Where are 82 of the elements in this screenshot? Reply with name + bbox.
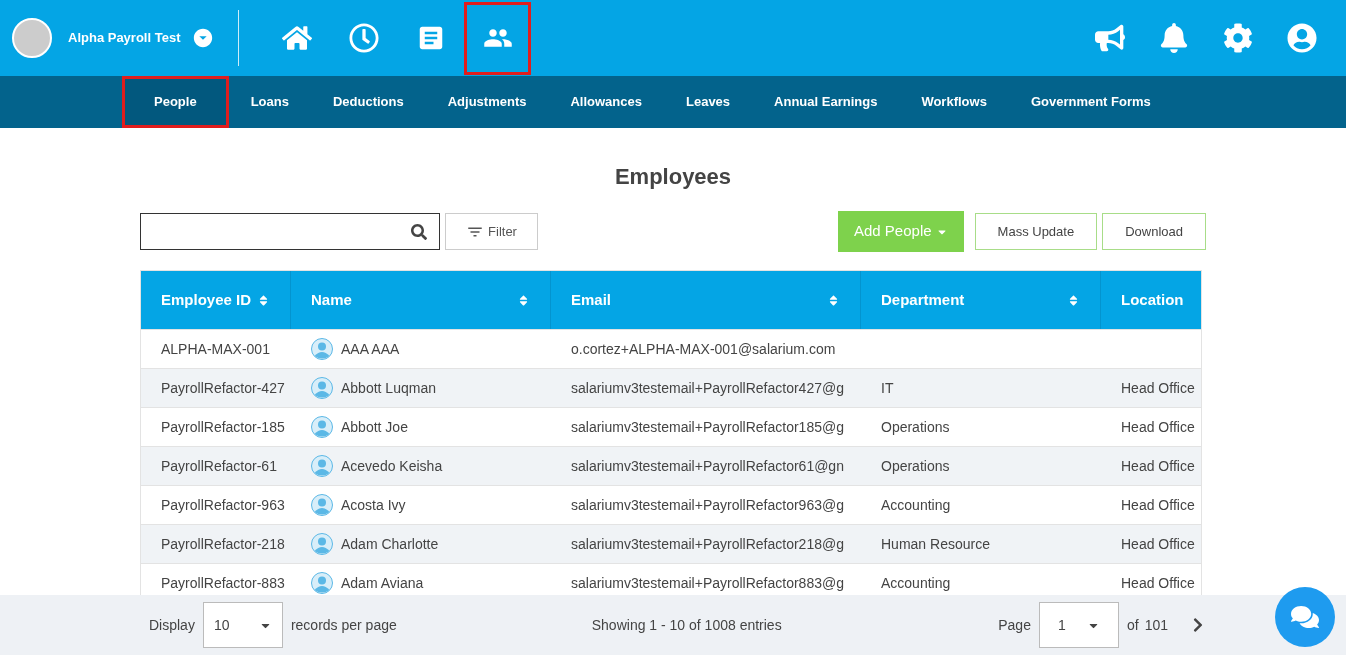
- table-cell-text: salariumv3testemail+PayrollRefactor185@g: [571, 417, 844, 437]
- profile-icon[interactable]: [1287, 23, 1317, 53]
- table-cell-text: PayrollRefactor-185: [161, 417, 285, 437]
- table-cell-text: Human Resource: [881, 534, 990, 554]
- action-button[interactable]: Mass Update: [974, 213, 1098, 250]
- per-page-label: records per page: [290, 615, 397, 635]
- table-cell-text: Head Office: [1121, 456, 1195, 476]
- table-cell-text: Acosta Ivy: [341, 495, 406, 515]
- table-cell-text: AAA AAA: [341, 339, 400, 359]
- table-cell-text: PayrollRefactor-963: [161, 495, 285, 515]
- sub-nav-tab[interactable]: Allowances: [548, 76, 664, 128]
- table-cell-text: Head Office: [1121, 495, 1195, 515]
- table-cell-text: Acevedo Keisha: [341, 456, 443, 476]
- of-label: of: [1126, 615, 1139, 635]
- sub-nav-tab[interactable]: Workflows: [899, 76, 1009, 128]
- account-name: Alpha Payroll Test: [68, 29, 181, 48]
- entries-summary: Showing 1 - 10 of 1008 entries: [591, 615, 782, 635]
- table-cell-text: PayrollRefactor-61: [161, 456, 277, 476]
- table-cell-text: Head Office: [1121, 417, 1195, 437]
- total-pages: 101: [1144, 615, 1168, 635]
- user-avatar-icon: [311, 338, 333, 360]
- display-label: Display: [149, 615, 195, 635]
- filter-button[interactable]: Filter: [445, 213, 538, 250]
- company-logo: [12, 18, 52, 58]
- clock-icon: [348, 23, 379, 53]
- table-cell-text: Head Office: [1121, 378, 1195, 398]
- table-cell-text: IT: [881, 378, 894, 398]
- table-cell-text: Operations: [881, 417, 950, 437]
- table-row[interactable]: PayrollRefactor-427 Abbott Luqman salariumv3testemail+PayrollRefactor427@g IT Head Office: [141, 368, 1201, 407]
- table-cell-text: o.cortez+ALPHA-MAX-001@salarium.com: [571, 339, 836, 359]
- table-cell-text: ALPHA-MAX-001: [161, 339, 270, 359]
- table-cell-text: salariumv3testemail+PayrollRefactor427@g: [571, 378, 844, 398]
- sub-nav-tab[interactable]: Deductions: [310, 76, 426, 128]
- sub-nav-tab[interactable]: Annual Earnings: [752, 76, 900, 128]
- table-cell-text: Adam Charlotte: [341, 534, 439, 554]
- sort-icon[interactable]: [257, 293, 270, 307]
- table-cell-text: Operations: [881, 456, 950, 476]
- sort-icon[interactable]: [827, 293, 840, 307]
- table-cell-text: PayrollRefactor-218: [161, 534, 285, 554]
- home-icon: [281, 23, 312, 53]
- dropdown-icon[interactable]: [192, 27, 215, 49]
- sub-nav-tab[interactable]: Government Forms: [1008, 76, 1173, 128]
- table-row[interactable]: PayrollRefactor-218 Adam Charlotte salariumv3testemail+PayrollRefactor218@g Human Resource Head Office: [141, 524, 1201, 563]
- sort-icon[interactable]: [517, 293, 530, 307]
- table-row[interactable]: PayrollRefactor-883 Adam Aviana salariumv3testemail+PayrollRefactor883@g Accounting Head Office: [141, 563, 1201, 595]
- table-row[interactable]: PayrollRefactor-61 Acevedo Keisha salariumv3testemail+PayrollRefactor61@gn Operations Head Office: [141, 446, 1201, 485]
- nav-tab[interactable]: [464, 1, 532, 75]
- table-cell-text: Accounting: [881, 573, 951, 593]
- table-cell-text: Head Office: [1121, 534, 1195, 554]
- sub-nav-tab[interactable]: People: [122, 76, 229, 128]
- megaphone-icon[interactable]: [1095, 23, 1125, 53]
- user-avatar-icon: [311, 377, 333, 399]
- table-cell-text: Accounting: [881, 495, 951, 515]
- sub-nav-tab[interactable]: Adjustments: [425, 76, 549, 128]
- table-cell-text: salariumv3testemail+PayrollRefactor61@gn: [571, 456, 844, 476]
- notification-icon[interactable]: [1159, 23, 1189, 53]
- table-cell-text: PayrollRefactor-883: [161, 573, 285, 593]
- user-avatar-icon: [311, 494, 333, 516]
- user-avatar-icon: [311, 455, 333, 477]
- action-button[interactable]: Download: [1102, 213, 1206, 250]
- search-field[interactable]: [140, 213, 440, 250]
- table-cell-text: salariumv3testemail+PayrollRefactor883@g: [571, 573, 844, 593]
- user-avatar-icon: [311, 416, 333, 438]
- chat-icon: [1291, 603, 1319, 631]
- sub-nav-tab[interactable]: Leaves: [664, 76, 753, 128]
- user-avatar-icon: [311, 533, 333, 555]
- table-cell-text: Head Office: [1121, 573, 1195, 593]
- sub-nav-tab[interactable]: Loans: [228, 76, 311, 128]
- sort-icon[interactable]: [1067, 293, 1080, 307]
- table-cell-text: salariumv3testemail+PayrollRefactor218@g: [571, 534, 844, 554]
- page-label: Page: [998, 615, 1031, 635]
- user-avatar-icon: [311, 572, 333, 594]
- settings-icon[interactable]: [1223, 23, 1253, 53]
- table-cell-text: Abbott Joe: [341, 417, 408, 437]
- per-page-select[interactable]: 10: [202, 602, 283, 648]
- table-cell-text: Abbott Luqman: [341, 378, 436, 398]
- page-select[interactable]: 1: [1038, 602, 1119, 648]
- table-cell-text: Adam Aviana: [341, 573, 424, 593]
- search-icon[interactable]: [411, 223, 427, 240]
- table-cell-text: salariumv3testemail+PayrollRefactor963@g: [571, 495, 844, 515]
- page-title: Employees: [613, 163, 733, 191]
- table-cell-text: PayrollRefactor-427: [161, 378, 285, 398]
